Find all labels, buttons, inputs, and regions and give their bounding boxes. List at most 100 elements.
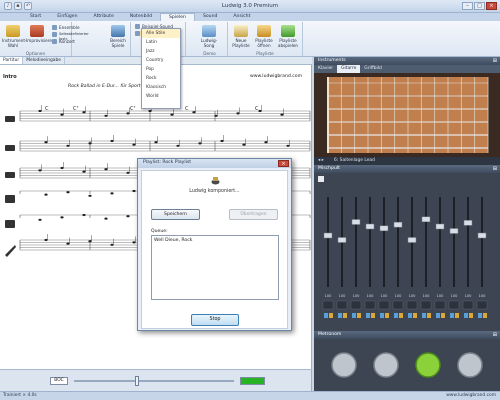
tab-einfuegen[interactable]: Einfügen [49, 13, 85, 21]
tab-klavier[interactable]: Klavier [314, 65, 337, 73]
tempo-field[interactable]: BOC [50, 377, 68, 385]
fader-knob [407, 237, 417, 243]
note-head [242, 143, 246, 146]
playliste-abspielen-button[interactable]: Playliste abspielen [277, 25, 299, 48]
style-option[interactable]: Alle Stile [142, 29, 180, 38]
dialog-close-button[interactable]: × [278, 160, 289, 167]
mute-button [338, 313, 342, 318]
note-head [198, 142, 202, 145]
style-option[interactable]: Klassisch [142, 83, 180, 92]
fader-knob [365, 223, 375, 230]
instrument-wahl-button[interactable]: Instrument-Wahl [2, 25, 27, 48]
position-slider-thumb[interactable] [135, 376, 139, 386]
tab-griffbild[interactable]: Griffbild [360, 65, 385, 73]
stop-button[interactable]: Stop [191, 314, 239, 326]
style-option[interactable]: Latin [142, 38, 180, 47]
minimize-button[interactable]: – [462, 2, 473, 10]
instrument-tabs: Klavier Gitarre Griffbild [314, 65, 500, 73]
style-option[interactable]: Jazz [142, 47, 180, 56]
channel-instrument-icon [420, 300, 432, 310]
fader-track [467, 197, 469, 287]
queue-item[interactable]: Well Dieue, Rock [154, 238, 192, 243]
tab-start[interactable]: Start [22, 13, 49, 21]
tab-sound[interactable]: Sound [195, 13, 225, 21]
note-head [280, 113, 284, 116]
position-slider[interactable] [74, 380, 234, 382]
style-option[interactable]: Rock [142, 74, 180, 83]
tab-notenbild[interactable]: Notenbild [122, 13, 160, 21]
channel-instrument-icon [392, 300, 404, 310]
solo-button [469, 313, 473, 318]
close-button[interactable]: × [486, 2, 497, 10]
ribbon-tabs: Start Einfügen Attribute Notenbild Spiel… [0, 13, 500, 21]
note-head [286, 144, 290, 147]
fader-knob [351, 219, 361, 225]
play-range-icon [111, 25, 125, 37]
fader-track [453, 197, 455, 287]
note-head [220, 139, 224, 143]
note-head [60, 166, 64, 170]
tab-ansicht[interactable]: Ansicht [225, 13, 258, 21]
konzert-button[interactable]: Konzert [52, 39, 75, 44]
fader-knob [379, 225, 389, 232]
playliste-oeffnen-button[interactable]: Playliste öffnen [253, 25, 275, 48]
fader-knob [477, 232, 487, 239]
note-head [104, 114, 108, 117]
style-dropdown-menu: Alle Stile Latin Jazz Country Pop Rock K… [141, 28, 181, 109]
note-head [132, 241, 136, 244]
ribbon-group-playliste: Neue Playliste Playliste öffnen Playlist… [228, 22, 303, 56]
channel-value: 100 [325, 294, 333, 298]
style-option[interactable]: Pop [142, 65, 180, 74]
improvisieren-button[interactable]: Improvisieren [26, 25, 55, 43]
solo-button [357, 313, 361, 318]
channel-instrument-icon [378, 300, 390, 310]
note-head [44, 193, 48, 196]
channel-value: 100 [451, 294, 459, 298]
style-option[interactable]: World [142, 92, 180, 101]
solo-button [399, 313, 403, 318]
instrument-icon [6, 25, 20, 37]
channel-value: 100 [423, 294, 431, 298]
progress-fill [241, 378, 264, 384]
mute-button [394, 313, 398, 318]
metronome-panel [314, 339, 500, 391]
instruments-panel-header: Instruments ⊞ [314, 57, 500, 65]
note-head [104, 217, 108, 220]
maximize-button[interactable]: □ [474, 2, 485, 10]
mute-button [408, 313, 412, 318]
tab-spielen[interactable]: Spielen [159, 13, 195, 21]
pin-icon[interactable]: ⊞ [493, 57, 497, 65]
tab-partitur[interactable]: Partitur [0, 57, 24, 64]
solo-button [385, 313, 389, 318]
channel-instrument-icon [476, 300, 488, 310]
tab-melodieeingabe[interactable]: Melodieeingabe [23, 57, 65, 64]
percussion-instrument-icon [5, 220, 15, 228]
solo-button [329, 313, 333, 318]
channel-value: 100 [479, 294, 487, 298]
mixer-panel-header: Mischpult ⊞ [314, 165, 500, 173]
note-head [60, 216, 64, 219]
bereich-spiele-button[interactable]: Bereich Spiele [107, 25, 129, 48]
window-title: Ludwig 3.0 Premium [221, 3, 279, 9]
queue-list[interactable]: Well Dieue, Rock [151, 235, 279, 300]
dialog-titlebar: Playlist: Rock Playlist × [138, 159, 291, 168]
ensemble-button[interactable]: Ensemble [52, 25, 80, 30]
note-head [214, 114, 218, 117]
pin-icon[interactable]: ⊞ [493, 331, 497, 339]
note-head [60, 113, 64, 116]
style-option[interactable]: Country [142, 56, 180, 65]
tab-gitarre[interactable]: Gitarre [337, 65, 361, 73]
tab-attribute[interactable]: Attribute [86, 13, 122, 21]
ribbon-group-optionen: Instrument-Wahl Improvisieren Ensemble S… [0, 22, 89, 56]
ludwig-song-button[interactable]: Ludwig-Song [198, 25, 220, 48]
status-bar: Trainiert × 4.0s www.ludwigbrand.com [0, 391, 500, 400]
note-head [236, 112, 240, 115]
channel-value: 100 [409, 294, 417, 298]
note-head [88, 142, 92, 145]
guitar-fretboard[interactable] [314, 73, 500, 157]
neue-playliste-button[interactable]: Neue Playliste [230, 25, 252, 48]
speichern-button[interactable]: Speichern [151, 209, 200, 220]
pin-icon[interactable]: ⊞ [493, 165, 497, 173]
transfer-button[interactable]: Übertragen [229, 209, 278, 220]
tuning-arrows-icon[interactable]: ◂ ▸ [318, 157, 324, 165]
